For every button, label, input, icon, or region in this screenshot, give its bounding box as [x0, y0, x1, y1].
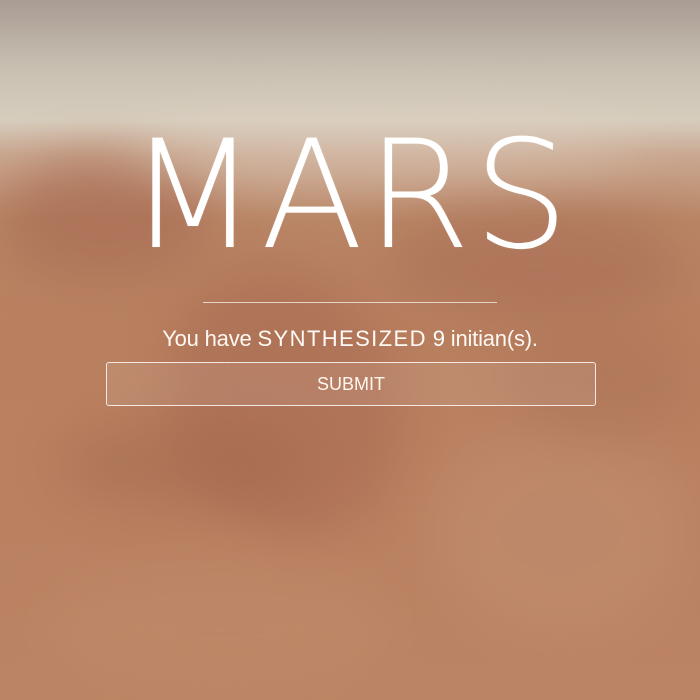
mars-page: MARS You have SYNTHESIZED 9 initian(s). …	[0, 0, 700, 700]
main-content: MARS You have SYNTHESIZED 9 initian(s). …	[0, 0, 700, 700]
title-divider	[203, 302, 497, 303]
message-verb: SYNTHESIZED	[257, 326, 427, 351]
page-title: MARS	[128, 109, 572, 283]
synthesized-count: 9	[432, 326, 445, 351]
submit-button[interactable]: SUBMIT	[106, 362, 596, 406]
message-suffix: initian(s).	[450, 326, 538, 351]
synthesis-message: You have SYNTHESIZED 9 initian(s).	[100, 323, 600, 355]
message-prefix: You have	[162, 326, 252, 351]
